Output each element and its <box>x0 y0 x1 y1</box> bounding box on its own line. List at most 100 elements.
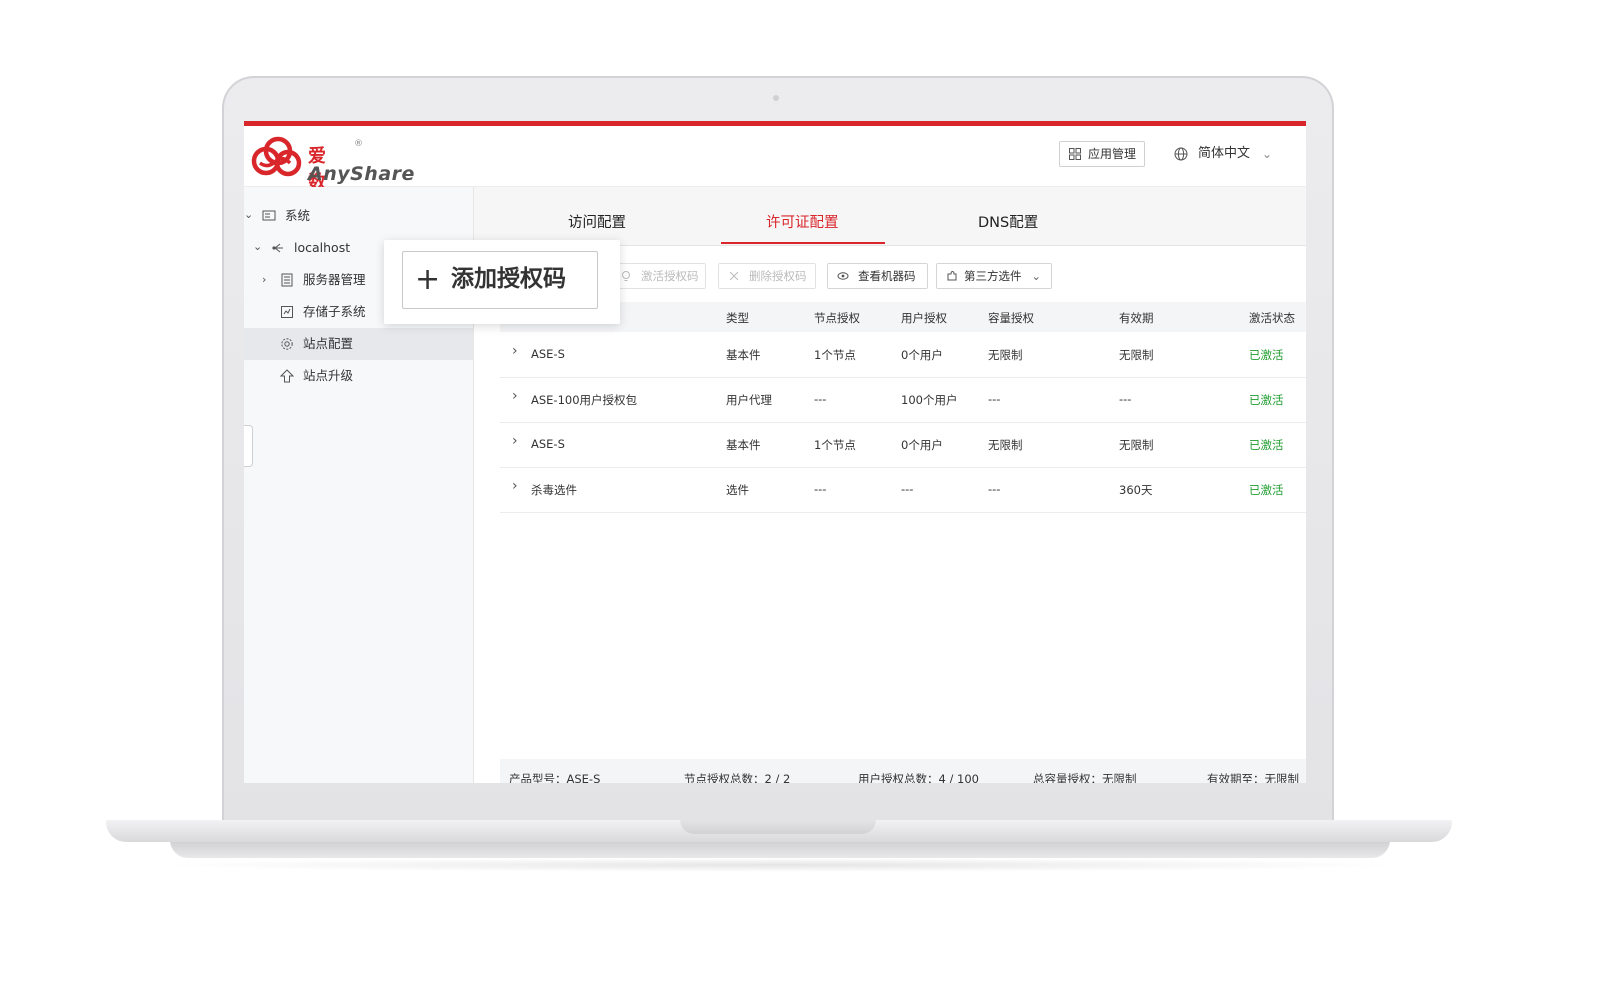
network-node-icon <box>272 243 283 253</box>
user-license: 100个用户 <box>901 393 958 407</box>
table-row[interactable]: › 杀毒选件 选件 --- --- --- 360天 已激活 <box>500 467 1306 513</box>
validity: --- <box>1119 392 1132 406</box>
cloud-logo-icon <box>251 136 302 177</box>
chevron-right-icon[interactable]: › <box>512 433 518 449</box>
activation-status: 已激活 <box>1249 393 1284 407</box>
chevron-right-icon[interactable]: › <box>512 343 518 359</box>
license-type: 选件 <box>726 483 749 497</box>
chevron-down-icon[interactable]: ⌄ <box>244 199 253 231</box>
activation-status: 已激活 <box>1249 438 1284 452</box>
node-license: --- <box>814 482 827 496</box>
gear-icon <box>281 338 293 350</box>
column-header: 节点授权 <box>814 311 860 325</box>
sidebar-collapse-handle[interactable] <box>244 425 253 467</box>
validity: 无限制 <box>1119 348 1154 362</box>
sidebar-item-label: 站点升级 <box>303 368 354 383</box>
storage-icon <box>281 306 293 318</box>
license-name: ASE-S <box>531 437 565 451</box>
sidebar-item-site-upgrade[interactable]: 站点升级 <box>244 360 473 392</box>
capacity-license: --- <box>988 482 1001 496</box>
chevron-right-icon[interactable]: › <box>512 388 518 404</box>
license-table-header: 类型 节点授权 用户授权 容量授权 有效期 激活状态 <box>500 302 1306 332</box>
view-machine-code-button[interactable]: 查看机器码 <box>827 263 928 289</box>
server-icon <box>281 273 293 287</box>
user-license: --- <box>901 482 914 496</box>
node-license: 1个节点 <box>814 438 856 452</box>
language-label: 简体中文 <box>1198 146 1251 161</box>
chevron-down-icon[interactable]: ⌄ <box>253 231 262 263</box>
app-management-button[interactable]: 应用管理 <box>1059 141 1145 167</box>
column-header: 激活状态 <box>1249 311 1295 325</box>
grid-icon <box>1069 148 1081 160</box>
node-license: 1个节点 <box>814 348 856 362</box>
config-tabs: 访问配置 许可证配置 DNS配置 <box>474 187 1306 246</box>
registered-mark: ® <box>354 139 363 149</box>
valid-until: 有效期至：无限制 <box>1207 772 1299 783</box>
app-management-label: 应用管理 <box>1088 147 1137 161</box>
tab-license-config[interactable]: 许可证配置 <box>766 211 839 232</box>
chevron-down-icon: ⌄ <box>1261 147 1273 161</box>
add-license-label: 添加授权码 <box>451 266 566 292</box>
license-type: 基本件 <box>726 348 761 362</box>
laptop-shadow <box>150 858 1410 872</box>
eye-icon <box>837 272 849 280</box>
app-screen: 爱数 ® AnyShare 应用管理 简体中文 ⌄ ⌄ 系统 ⌄ localho… <box>244 121 1306 783</box>
activate-license-label: 激活授权码 <box>641 269 699 283</box>
chevron-down-icon: ⌄ <box>1031 269 1041 283</box>
license-name: 杀毒选件 <box>531 483 577 497</box>
user-license-total: 用户授权总数：4 / 100 <box>858 772 979 783</box>
license-name: ASE-S <box>531 347 565 361</box>
server-list-icon <box>262 210 276 221</box>
sidebar-item-site-config[interactable]: 站点配置 <box>244 328 473 360</box>
add-license-callout: + 添加授权码 <box>384 240 620 324</box>
language-selector[interactable]: 简体中文 ⌄ <box>1174 144 1272 164</box>
node-license-total: 节点授权总数：2 / 2 <box>684 772 791 783</box>
user-license: 0个用户 <box>901 348 943 362</box>
third-party-options-label: 第三方选件 <box>964 269 1022 283</box>
tab-access-config[interactable]: 访问配置 <box>568 211 626 232</box>
column-header: 用户授权 <box>901 311 947 325</box>
license-type: 基本件 <box>726 438 761 452</box>
validity: 360天 <box>1119 483 1153 497</box>
table-row[interactable]: › ASE-S 基本件 1个节点 0个用户 无限制 无限制 已激活 <box>500 422 1306 468</box>
sidebar-item-label: 服务器管理 <box>303 272 366 287</box>
sidebar-item-label: 站点配置 <box>303 336 354 351</box>
sidebar-item-label: 存储子系统 <box>303 304 366 319</box>
license-name: ASE-100用户授权包 <box>531 393 638 407</box>
logo-text-en: AnyShare <box>308 163 415 185</box>
close-icon <box>729 271 739 281</box>
tab-dns-config[interactable]: DNS配置 <box>978 211 1038 232</box>
view-machine-code-label: 查看机器码 <box>858 269 916 283</box>
license-type: 用户代理 <box>726 393 772 407</box>
active-tab-indicator <box>721 242 885 244</box>
sidebar-item-system[interactable]: ⌄ 系统 <box>244 200 473 232</box>
product-model: 产品型号：ASE-S <box>509 772 601 783</box>
capacity-license-total: 总容量授权：无限制 <box>1033 772 1137 783</box>
activation-status: 已激活 <box>1249 348 1284 362</box>
node-license: --- <box>814 392 827 406</box>
column-header: 类型 <box>726 311 749 325</box>
plus-icon: + <box>415 262 441 297</box>
chevron-right-icon[interactable]: › <box>262 264 266 296</box>
validity: 无限制 <box>1119 438 1154 452</box>
chevron-right-icon[interactable]: › <box>512 478 518 494</box>
activate-license-button[interactable]: 激活授权码 <box>610 263 706 289</box>
capacity-license: 无限制 <box>988 348 1023 362</box>
license-summary-bar: 产品型号：ASE-S 节点授权总数：2 / 2 用户授权总数：4 / 100 总… <box>500 759 1306 783</box>
column-header: 有效期 <box>1119 311 1154 325</box>
table-row[interactable]: › ASE-S 基本件 1个节点 0个用户 无限制 无限制 已激活 <box>500 332 1306 378</box>
laptop-notch <box>680 820 876 834</box>
app-header: 爱数 ® AnyShare 应用管理 简体中文 ⌄ <box>244 126 1306 193</box>
sidebar-item-label: 系统 <box>285 208 311 223</box>
sidebar-item-label: localhost <box>294 240 351 255</box>
third-party-options-dropdown[interactable]: 第三方选件 ⌄ <box>936 263 1052 289</box>
lightbulb-icon <box>622 271 630 281</box>
delete-license-button[interactable]: 删除授权码 <box>718 263 816 289</box>
add-license-button[interactable]: + 添加授权码 <box>402 251 598 309</box>
capacity-license: 无限制 <box>988 438 1023 452</box>
table-row[interactable]: › ASE-100用户授权包 用户代理 --- 100个用户 --- --- 已… <box>500 377 1306 423</box>
puzzle-icon <box>947 270 957 281</box>
camera-icon <box>773 95 779 101</box>
column-header: 容量授权 <box>988 311 1034 325</box>
globe-icon <box>1174 147 1188 161</box>
